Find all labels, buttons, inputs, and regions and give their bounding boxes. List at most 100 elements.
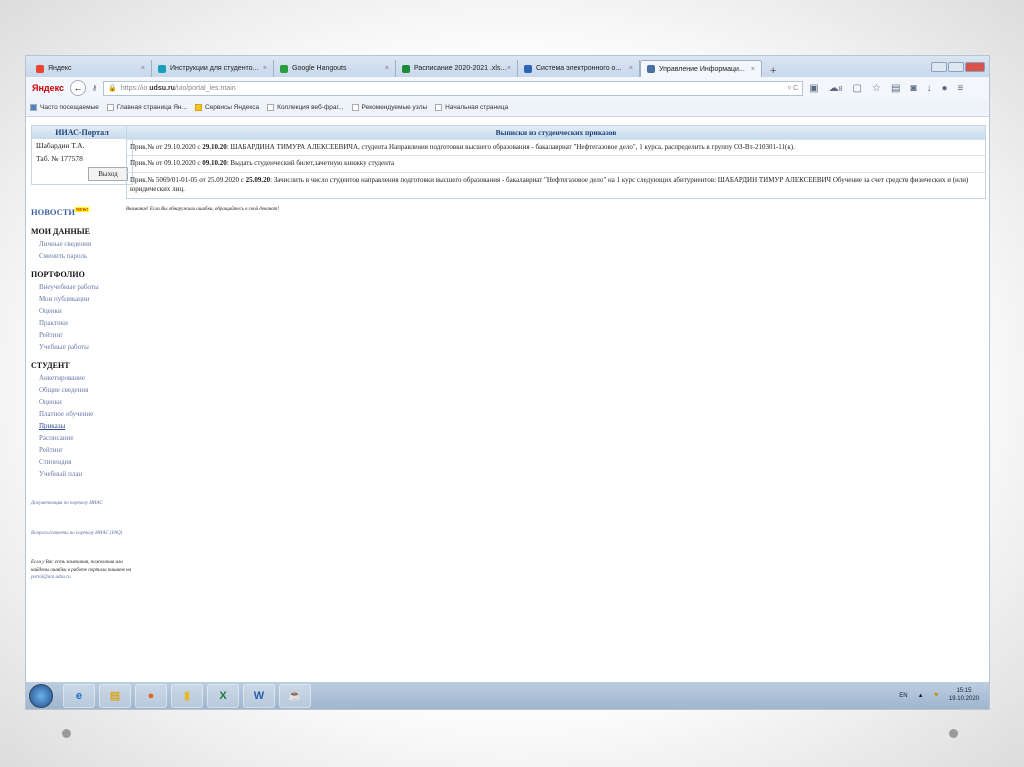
bookmark-label: Рекомендуемые узлы (361, 104, 428, 112)
news-link[interactable]: НОВОСТИNEW! (31, 207, 133, 217)
slide-dot (949, 729, 958, 738)
url-input[interactable]: 🔒 https://io. udsu.ru/uio/portal_ies.main… (103, 80, 804, 96)
reader-icon[interactable]: ▢ (853, 83, 862, 94)
tab-label: Система электронного о... (536, 65, 622, 72)
address-toolbar: Яндекс ← ⚷ 🔒 https://io. udsu.ru/uio/port… (26, 77, 989, 99)
sidebar-link[interactable]: Рейтинг (31, 331, 133, 339)
sidebar-link[interactable]: Рейтинг (31, 446, 133, 454)
tab-0[interactable]: Яндекс × (30, 60, 152, 77)
chat-icon[interactable]: ● (941, 83, 947, 94)
order-date: 09.10.20 (202, 159, 227, 168)
sidebar-link[interactable]: Анкетирование (31, 374, 133, 382)
bookmark-item[interactable]: Коллекция веб-фраг... (267, 103, 344, 112)
tab-4[interactable]: Система электронного о... × (518, 60, 640, 77)
bookmark-item[interactable]: Начальная страница (435, 103, 509, 112)
exit-button[interactable]: Выход (88, 167, 128, 181)
sidebar-link[interactable]: Практики (31, 319, 133, 327)
clock[interactable]: 15:15 19.10.2020 (949, 688, 979, 704)
taskbar-folder-icon[interactable]: ▮ (171, 683, 203, 708)
tab-3[interactable]: Расписание 2020-2021 .xls... × (396, 60, 518, 77)
portal-title: ИИАС-Портал (32, 126, 132, 139)
taskbar-firefox-icon[interactable]: ● (135, 683, 167, 708)
bookmark-item[interactable]: Рекомендуемые узлы (351, 103, 428, 112)
clock-time: 15:15 (956, 687, 972, 694)
sidebar-link[interactable]: Сменить пароль (31, 252, 133, 260)
tab-close-icon[interactable]: × (141, 65, 145, 72)
cloud-icon[interactable]: ☁8 (829, 83, 843, 94)
tab-close-icon[interactable]: × (507, 65, 511, 72)
tab-1[interactable]: Инструкции для студенто... × (152, 60, 274, 77)
taskbar-ie-icon[interactable]: e (63, 683, 95, 708)
pocket-icon[interactable]: ◙ (910, 83, 916, 94)
maximize-button[interactable] (948, 61, 964, 72)
order-prefix: Прик.№ 5069/01-01-05 от 25.09.2020 с (130, 175, 246, 184)
clock-date: 19.10.2020 (948, 695, 979, 702)
faq-link[interactable]: Вопросы/ответы по порталу ИИАС (FAQ) (31, 530, 133, 538)
bookmark-item[interactable]: Главная страница Ян... (106, 103, 187, 111)
user-name: Шабардин Т.А. (36, 141, 85, 150)
sidebar-link[interactable]: Приказы (31, 422, 133, 430)
download-icon[interactable]: ↓ (926, 83, 931, 94)
sidebar-link[interactable]: Мои публикации (31, 295, 133, 303)
start-button[interactable] (29, 683, 53, 708)
bookmark-icon (435, 103, 443, 111)
feedback-email-link[interactable]: portal@uni.udsu.ru (31, 575, 71, 580)
bookmark-icon (194, 103, 202, 111)
sidebar-link[interactable]: Внеучебные работы (31, 283, 133, 291)
sidebar-link[interactable]: Личные сведения (31, 240, 133, 248)
url-domain: udsu.ru (149, 84, 175, 92)
new-tab-button[interactable]: + (762, 65, 784, 77)
back-button[interactable]: ← (70, 80, 87, 96)
tray-arrow-icon[interactable]: ▲ (918, 693, 924, 699)
minimize-button[interactable] (931, 61, 947, 72)
orders-table-title: Выписки из студенческих приказов (127, 126, 985, 139)
taskbar-explorer-icon[interactable]: ▤ (99, 683, 131, 708)
order-row: Прик.№ от 29.10.2020 с 29.10.20: ШАБАРДИ… (127, 139, 985, 155)
tab-2[interactable]: Google Hangouts × (274, 60, 396, 77)
tab-close-icon[interactable]: × (629, 65, 633, 72)
tab-close-icon[interactable]: × (385, 65, 389, 72)
bookmark-label: Часто посещаемые (40, 104, 99, 112)
sidebar-link[interactable]: Общие сведения (31, 386, 133, 394)
tab-close-icon[interactable]: × (263, 65, 267, 72)
sidebar-link[interactable]: Платное обучение (31, 410, 133, 418)
clipboard-icon[interactable]: ▤ (891, 83, 900, 94)
tab-bar: Яндекс × Инструкции для студенто... × Google… (26, 56, 989, 77)
tab-5[interactable]: Управление Информаци... × (640, 60, 762, 77)
sidebar-link[interactable]: Учебный план (31, 470, 133, 478)
flag-icon[interactable]: ⚑ (934, 692, 939, 699)
menu-icon[interactable]: ≡ (957, 83, 963, 94)
bookmark-label: Коллекция веб-фраг... (277, 104, 344, 112)
bookmark-label: Сервисы Яндекса (204, 104, 260, 112)
close-window-button[interactable] (965, 61, 985, 72)
page-content: ИИАС-Портал Шабардин Т.А. Таб. № 177578 … (26, 119, 989, 684)
bookmark-item[interactable]: Часто посещаемые (30, 103, 99, 112)
bookmark-label: Начальная страница (445, 104, 509, 112)
sidebar-link[interactable]: Учебные работы (31, 343, 133, 351)
order-date: 25.09.20 (245, 175, 271, 184)
new-badge: NEW! (75, 207, 90, 213)
taskbar-excel-icon[interactable]: X (207, 683, 239, 708)
taskbar-java-icon[interactable]: ☕ (279, 683, 311, 708)
order-prefix: Прик.№ от 29.10.2020 с (130, 143, 203, 151)
language-indicator[interactable]: EN (899, 693, 907, 699)
order-text: : ШАБАРДИНА ТИМУРА АЛЕКСЕЕВИЧА, студента… (226, 143, 795, 151)
system-tray: EN ▲ ⚑ 15:15 19.10.2020 (899, 688, 989, 704)
order-prefix: Прик.№ от 09.10.2020 с (130, 159, 203, 168)
screenshot-icon[interactable]: ▣ (809, 83, 818, 94)
yandex-logo[interactable]: Яндекс (32, 83, 64, 93)
main-area: Выписки из студенческих приказов Прик.№ … (126, 125, 986, 212)
sidebar-link[interactable]: Расписание (31, 434, 133, 442)
tab-label: Управление Информаци... (659, 65, 745, 73)
bookmark-item[interactable]: Сервисы Яндекса (194, 103, 260, 112)
taskbar-word-icon[interactable]: W (243, 683, 275, 708)
documentation-link[interactable]: Документация по порталу ИИАС (31, 500, 133, 508)
star-icon[interactable]: ☆ (872, 83, 881, 94)
sidebar-section-title: ПОРТФОЛИО (31, 270, 85, 279)
sidebar-link[interactable]: Оценки (31, 398, 133, 406)
tab-close-icon[interactable]: × (751, 66, 755, 73)
reload-icon[interactable]: ▿ C (788, 84, 799, 92)
toolbar-icons: ▣ ☁8 ▢ ☆ ▤ ◙ ↓ ● ≡ (809, 83, 963, 94)
sidebar-link[interactable]: Стипендия (31, 458, 133, 466)
sidebar-link[interactable]: Оценки (31, 307, 133, 315)
